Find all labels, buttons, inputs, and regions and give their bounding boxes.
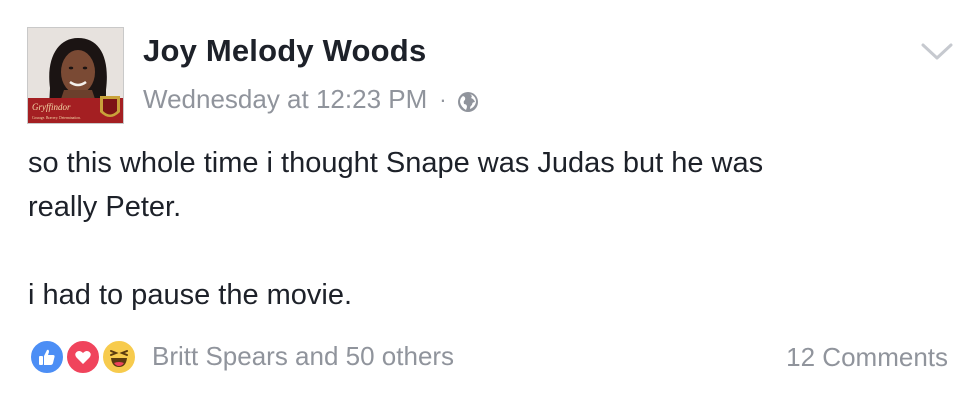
reactions-bar[interactable]: Britt Spears and 50 others bbox=[28, 336, 454, 376]
gryffindor-crest-icon bbox=[100, 96, 120, 117]
post-body: so this whole time i thought Snape was J… bbox=[28, 141, 948, 317]
avatar[interactable]: Gryffindor Courage. Bravery. Determinati… bbox=[27, 27, 124, 124]
meta-separator: · bbox=[439, 86, 447, 112]
haha-icon bbox=[100, 338, 138, 376]
post-meta: Wednesday at 12:23 PM · bbox=[143, 84, 479, 115]
post-timestamp[interactable]: Wednesday at 12:23 PM bbox=[143, 84, 427, 115]
avatar-photo: Gryffindor Courage. Bravery. Determinati… bbox=[28, 28, 123, 123]
post-text-line: so this whole time i thought Snape was J… bbox=[28, 147, 764, 179]
love-icon bbox=[64, 338, 102, 376]
post-text-line: really Peter. bbox=[28, 191, 182, 223]
comments-count-link[interactable]: 12 Comments bbox=[786, 342, 948, 373]
globe-icon[interactable] bbox=[457, 89, 479, 112]
post-text-line: i had to pause the movie. bbox=[28, 279, 353, 311]
svg-text:Gryffindor: Gryffindor bbox=[32, 102, 71, 112]
chevron-down-icon[interactable] bbox=[918, 40, 956, 64]
reactions-summary[interactable]: Britt Spears and 50 others bbox=[152, 341, 454, 372]
facebook-post: Gryffindor Courage. Bravery. Determinati… bbox=[0, 0, 980, 407]
like-icon bbox=[28, 338, 66, 376]
svg-text:Courage. Bravery. Determinatio: Courage. Bravery. Determination. bbox=[32, 116, 81, 120]
reaction-icons[interactable] bbox=[28, 336, 144, 376]
author-name[interactable]: Joy Melody Woods bbox=[143, 33, 426, 69]
